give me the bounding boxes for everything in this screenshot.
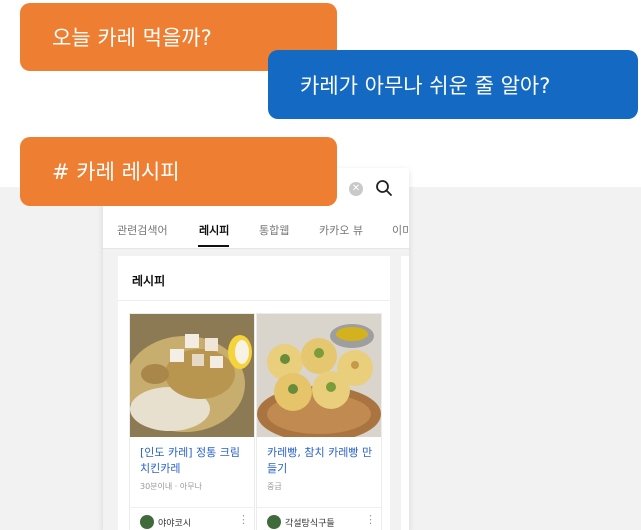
recipe-meta: 중급 [267,482,282,491]
bubble-text: 카레가 아무나 쉬운 줄 알아? [300,74,551,98]
tab-web[interactable]: 통합웹 [259,222,289,238]
tab-kakao-view[interactable]: 카카오 뷰 [319,222,363,238]
recipe-footer: 각설탕식구들 ⋮ [257,507,381,530]
recipe-title[interactable]: 카레빵, 참치 카레빵 만들기 [267,445,375,477]
next-card-edge [401,256,409,530]
recipe-title[interactable]: [인도 카레] 정통 크림 치킨카레 [140,445,248,477]
bubble-text: # 카레 레시피 [52,160,180,184]
author-name[interactable]: 야야코시 [158,516,191,529]
search-result-screen: ✕ 관련검색어 레시피 통합웹 카카오 뷰 이미 레시피 [인도 카레] 정통 … [103,168,409,530]
avatar[interactable] [140,515,154,529]
tab-images[interactable]: 이미 [392,222,409,238]
tab-recipe[interactable]: 레시피 [199,222,229,238]
results-area: 레시피 [인도 카레] 정통 크림 치킨카레 30분이내 · 아무나 야야코시 … [103,249,409,530]
clear-icon[interactable]: ✕ [349,182,363,196]
recipe-card: 레시피 [인도 카레] 정통 크림 치킨카레 30분이내 · 아무나 야야코시 … [118,256,404,530]
divider [118,300,390,301]
tab-related[interactable]: 관련검색어 [117,222,168,238]
card-title: 레시피 [132,274,166,288]
search-icon[interactable] [374,178,394,198]
more-icon[interactable]: ⋮ [238,513,249,527]
recipe-meta: 30분이내 · 아무나 [140,482,202,491]
recipe-item[interactable]: [인도 카레] 정통 크림 치킨카레 30분이내 · 아무나 야야코시 ⋮ [129,313,255,530]
search-tabs: 관련검색어 레시피 통합웹 카카오 뷰 이미 [103,210,409,249]
bubble-text: 오늘 카레 먹을까? [52,26,212,50]
author-name[interactable]: 각설탕식구들 [285,516,335,529]
recipe-footer: 야야코시 ⋮ [130,507,254,530]
chicken-curry-image[interactable] [130,314,254,437]
chat-bubble-reply: 카레가 아무나 쉬운 줄 알아? [268,50,638,119]
recipe-item[interactable]: 카레빵, 참치 카레빵 만들기 중급 각설탕식구들 ⋮ [256,313,382,530]
avatar[interactable] [267,515,281,529]
chat-bubble-recipe-tag: # 카레 레시피 [20,137,337,206]
curry-bread-image[interactable] [257,314,381,437]
more-icon[interactable]: ⋮ [365,513,376,527]
active-tab-indicator [198,245,229,247]
